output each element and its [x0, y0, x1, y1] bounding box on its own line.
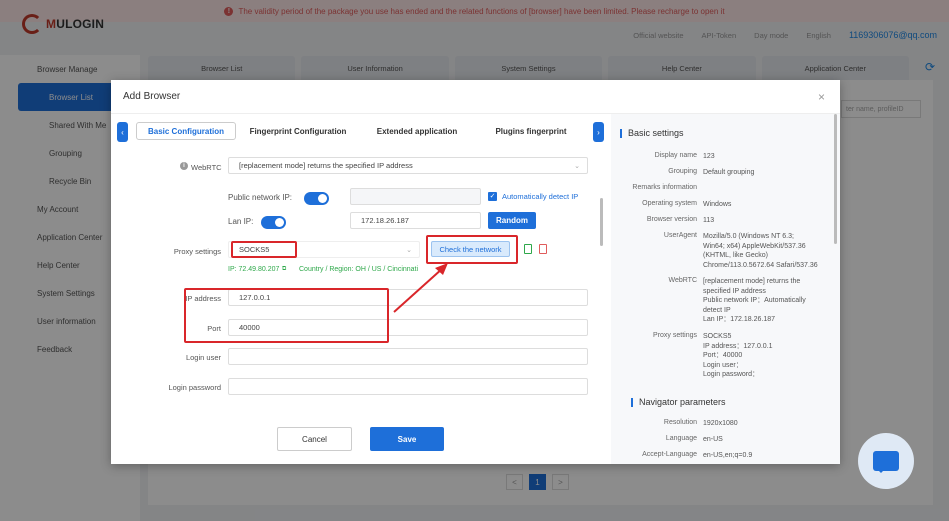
accept-language-key: Accept-Language: [642, 451, 697, 458]
annotation-arrow: [393, 263, 448, 313]
display-name-value: 123: [703, 153, 715, 160]
lan-ip-toggle[interactable]: [261, 216, 286, 229]
tabs-next-arrow-icon[interactable]: ›: [593, 122, 604, 142]
close-icon[interactable]: ×: [818, 90, 825, 104]
webrtc-key: WebRTC: [668, 277, 697, 284]
copy-icon[interactable]: [524, 244, 532, 254]
accept-language-value: en-US,en;q=0.9: [703, 452, 753, 459]
browser-version-key: Browser version: [646, 216, 697, 223]
resolution-key: Resolution: [663, 419, 697, 426]
webrtc-select[interactable]: [replacement mode] returns the specified…: [228, 157, 588, 174]
tab-basic-configuration[interactable]: Basic Configuration: [136, 122, 236, 140]
webrtc-select-value: [replacement mode] returns the specified…: [239, 161, 413, 170]
useragent-key: UserAgent: [663, 232, 697, 239]
os-value: Windows: [703, 201, 732, 208]
add-browser-dialog: Add Browser × ‹ Basic Configuration Fing…: [111, 80, 840, 464]
public-ip-label: Public network IP:: [228, 193, 293, 202]
chat-icon: [873, 451, 899, 473]
public-ip-toggle[interactable]: [304, 192, 329, 205]
language-key: Language: [665, 435, 697, 442]
webrtc-label: WebRTC: [191, 163, 222, 172]
proxy-settings-label: Proxy settings: [173, 247, 221, 256]
tabs-prev-arrow-icon[interactable]: ‹: [117, 122, 128, 142]
browser-version-value: 113: [703, 217, 715, 224]
auto-detect-checkbox[interactable]: ✓: [488, 192, 497, 201]
remarks-key: Remarks information: [632, 184, 697, 191]
info-icon[interactable]: i: [180, 162, 188, 170]
login-password-label: Login password: [168, 383, 221, 392]
public-ip-field[interactable]: [350, 188, 481, 205]
form-scrollbar[interactable]: [600, 198, 603, 246]
copy-ip-icon[interactable]: ⧉: [282, 266, 286, 273]
summary-panel: Basic settings Display name 123 Grouping…: [611, 114, 840, 464]
dialog-title: Add Browser: [111, 80, 840, 114]
tab-fingerprint-configuration[interactable]: Fingerprint Configuration: [243, 122, 353, 140]
resolution-value: 1920x1080: [703, 420, 738, 427]
highlight-ip-port: [184, 288, 389, 343]
os-key: Operating system: [642, 200, 697, 207]
save-button[interactable]: Save: [370, 427, 444, 451]
grouping-key: Grouping: [668, 168, 697, 175]
login-password-field[interactable]: [228, 378, 588, 395]
random-button[interactable]: Random: [488, 212, 536, 229]
chevron-down-icon: ⌄: [574, 163, 580, 170]
tab-plugins-fingerprint[interactable]: Plugins fingerprint: [481, 122, 581, 140]
support-chat-button[interactable]: [858, 433, 914, 489]
basic-settings-title: Basic settings: [620, 129, 684, 138]
proxy-ip-status: IP: 72.49.80.207: [228, 266, 280, 273]
login-user-label: Login user: [185, 353, 221, 362]
lan-ip-label: Lan IP:: [228, 217, 254, 226]
language-value: en-US: [703, 436, 723, 443]
cancel-button[interactable]: Cancel: [277, 427, 352, 451]
display-name-key: Display name: [654, 152, 697, 159]
navigator-title: Navigator parameters: [631, 398, 726, 407]
grouping-value: Default grouping: [703, 169, 755, 176]
webrtc-value: [replacement mode] returns the specified…: [703, 278, 806, 324]
login-user-field[interactable]: [228, 348, 588, 365]
panel-scrollbar[interactable]: [834, 114, 837, 244]
useragent-value: Mozilla/5.0 (Windows NT 6.3; Win64; x64)…: [703, 233, 818, 269]
tab-extended-application[interactable]: Extended application: [367, 122, 467, 140]
delete-icon[interactable]: [539, 244, 547, 254]
proxy-key: Proxy settings: [653, 332, 697, 339]
lan-ip-field[interactable]: 172.18.26.187: [350, 212, 481, 229]
highlight-proxy-type: [231, 241, 297, 258]
config-tabs: ‹ Basic Configuration Fingerprint Config…: [117, 122, 605, 142]
auto-detect-label[interactable]: Automatically detect IP: [502, 192, 578, 201]
chevron-down-icon: ⌄: [406, 247, 412, 254]
proxy-value: SOCKS5 IP address：127.0.0.1 Port：40000 L…: [703, 333, 773, 379]
